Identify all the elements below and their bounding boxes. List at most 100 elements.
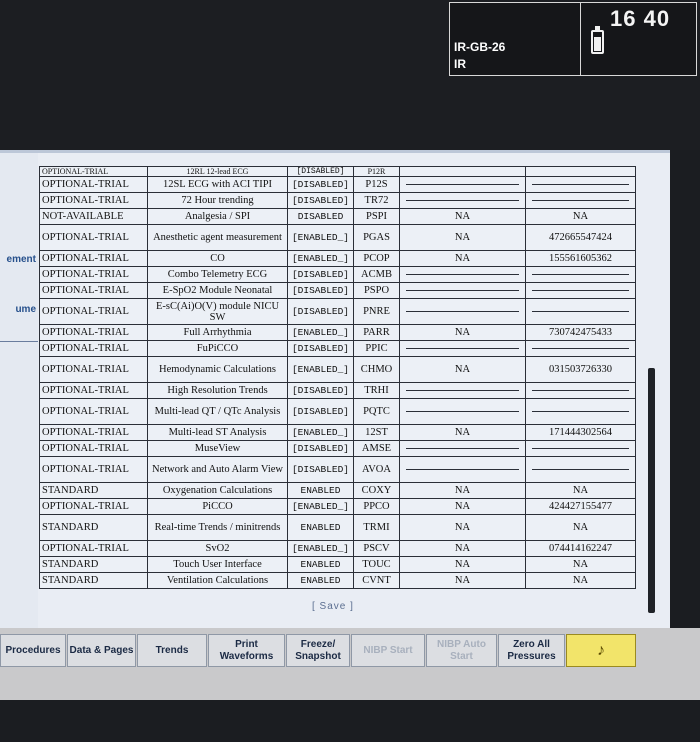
table-row[interactable]: OPTIONAL-TRIAL Network and Auto Alarm Vie… (39, 456, 636, 483)
code-cell: P12R (353, 166, 400, 177)
description-cell: Multi-lead QT / QTc Analysis (147, 398, 288, 425)
blank-underline (532, 411, 629, 412)
key-cell (525, 298, 636, 325)
description-cell: 12SL ECG with ACI TIPI (147, 176, 288, 193)
key-cell (525, 282, 636, 299)
unit-label: IR (454, 57, 466, 71)
code-cell: AVOA (353, 456, 400, 483)
table-row[interactable]: OPTIONAL-TRIAL 12SL ECG with ACI TIPI [DIS… (39, 176, 636, 193)
status-cell: [DISABLED] (287, 266, 354, 283)
blank-underline (406, 448, 519, 449)
key-cell (525, 398, 636, 425)
status-cell: [DISABLED] (287, 282, 354, 299)
table-row[interactable]: OPTIONAL-TRIAL Full Arrhythmia [ENABLED_] P… (39, 324, 636, 341)
code-cell: PSPI (353, 208, 400, 225)
status-cell: [ENABLED_] (287, 540, 354, 557)
nibp-auto-start-button[interactable]: NIBP Auto Start (426, 634, 497, 667)
code-cell: ACMB (353, 266, 400, 283)
key-cell (525, 166, 636, 177)
description-cell: Oxygenation Calculations (147, 482, 288, 499)
description-cell: Ventilation Calculations (147, 572, 288, 589)
key-cell (525, 456, 636, 483)
nibp-start-button[interactable]: NIBP Start (351, 634, 425, 667)
code-cell: AMSE (353, 440, 400, 457)
zero-all-pressures-button[interactable]: Zero All Pressures (498, 634, 565, 667)
vertical-scrollbar[interactable] (648, 368, 655, 613)
na-cell: NA (399, 556, 526, 573)
na-cell: NA (399, 572, 526, 589)
table-row[interactable]: STANDARD Real-time Trends / minitrends ENA… (39, 514, 636, 541)
menu-item-label-2[interactable]: ume (15, 304, 36, 315)
monitor-header: IR-GB-26 IR 16 40 (0, 0, 700, 150)
na-cell: NA (399, 424, 526, 441)
freeze-snapshot-button[interactable]: Freeze/ Snapshot (286, 634, 350, 667)
key-cell (525, 192, 636, 209)
blank-underline (406, 411, 519, 412)
description-cell: SvO2 (147, 540, 288, 557)
bottom-button-bar: Procedures Data & Pages Trends Print Wav… (0, 628, 700, 700)
code-cell: 12ST (353, 424, 400, 441)
package-cell: OPTIONAL-TRIAL (39, 176, 148, 193)
table-row[interactable]: OPTIONAL-TRIAL Multi-lead ST Analysis [ENA… (39, 424, 636, 441)
info-divider (580, 3, 581, 75)
procedures-button[interactable]: Procedures (0, 634, 66, 667)
na-cell: NA (399, 482, 526, 499)
description-cell: CO (147, 250, 288, 267)
table-row[interactable]: STANDARD Ventilation Calculations ENABLED C… (39, 572, 636, 589)
save-button[interactable]: [ Save ] (312, 601, 354, 612)
na-cell (399, 166, 526, 177)
menu-item-label-1[interactable]: ement (7, 254, 36, 265)
table-row[interactable]: OPTIONAL-TRIAL E-SpO2 Module Neonatal [DIS… (39, 282, 636, 299)
table-row[interactable]: STANDARD Oxygenation Calculations ENABLED C… (39, 482, 636, 499)
table-row[interactable]: OPTIONAL-TRIAL Multi-lead QT / QTc Analys… (39, 398, 636, 425)
status-cell: ENABLED (287, 556, 354, 573)
blank-underline (532, 290, 629, 291)
description-cell: High Resolution Trends (147, 382, 288, 399)
table-row[interactable]: OPTIONAL-TRIAL 72 Hour trending [DISABLED]… (39, 192, 636, 209)
status-cell: [DISABLED] (287, 456, 354, 483)
code-cell: CHMO (353, 356, 400, 383)
blank-underline (532, 348, 629, 349)
print-waveforms-button[interactable]: Print Waveforms (208, 634, 285, 667)
table-row[interactable]: NOT-AVAILABLE Analgesia / SPI DISABLED PSPI… (39, 208, 636, 225)
table-row[interactable]: OPTIONAL-TRIAL CO [ENABLED_] PCOP NA 15556160… (39, 250, 636, 267)
data-pages-button[interactable]: Data & Pages (67, 634, 136, 667)
key-cell: 472665547424 (525, 224, 636, 251)
code-cell: PNRE (353, 298, 400, 325)
status-cell: ENABLED (287, 482, 354, 499)
blank-underline (406, 348, 519, 349)
code-cell: PSPO (353, 282, 400, 299)
table-row[interactable]: OPTIONAL-TRIAL E-sC(Ai)O(V) module NICU S… (39, 298, 636, 325)
blank-underline (532, 390, 629, 391)
blank-underline (532, 184, 629, 185)
key-cell: NA (525, 514, 636, 541)
code-cell: PSCV (353, 540, 400, 557)
table-row[interactable]: OPTIONAL-TRIAL Hemodynamic Calculations [E… (39, 356, 636, 383)
bed-label: IR-GB-26 (454, 40, 506, 54)
alarm-silence-button[interactable]: ♪ (566, 634, 636, 667)
code-cell: PGAS (353, 224, 400, 251)
package-cell: OPTIONAL-TRIAL (39, 498, 148, 515)
blank-underline (406, 290, 519, 291)
description-cell: Combo Telemetry ECG (147, 266, 288, 283)
blank-underline (532, 200, 629, 201)
table-row[interactable]: OPTIONAL-TRIAL FuPiCCO [DISABLED] PPIC (39, 340, 636, 357)
package-cell: STANDARD (39, 572, 148, 589)
na-cell (399, 382, 526, 399)
feature-list-screen: ement ume OPTIONAL-TRIAL 12RL 12-lead EC… (0, 150, 670, 631)
table-row[interactable]: OPTIONAL-TRIAL Combo Telemetry ECG [DISABL… (39, 266, 636, 283)
key-cell: NA (525, 572, 636, 589)
key-cell: 155561605362 (525, 250, 636, 267)
table-row[interactable]: OPTIONAL-TRIAL SvO2 [ENABLED_] PSCV NA 074414… (39, 540, 636, 557)
code-cell: PPIC (353, 340, 400, 357)
table-row[interactable]: STANDARD Touch User Interface ENABLED TOUC N… (39, 556, 636, 573)
na-cell: NA (399, 208, 526, 225)
trends-button[interactable]: Trends (137, 634, 207, 667)
na-cell (399, 340, 526, 357)
table-row[interactable]: OPTIONAL-TRIAL MuseView [DISABLED] AMSE (39, 440, 636, 457)
code-cell: TRHI (353, 382, 400, 399)
description-cell: Anesthetic agent measurement (147, 224, 288, 251)
table-row[interactable]: OPTIONAL-TRIAL PiCCO [ENABLED_] PPCO NA 42442… (39, 498, 636, 515)
table-row[interactable]: OPTIONAL-TRIAL High Resolution Trends [DIS… (39, 382, 636, 399)
table-row[interactable]: OPTIONAL-TRIAL Anesthetic agent measureme… (39, 224, 636, 251)
